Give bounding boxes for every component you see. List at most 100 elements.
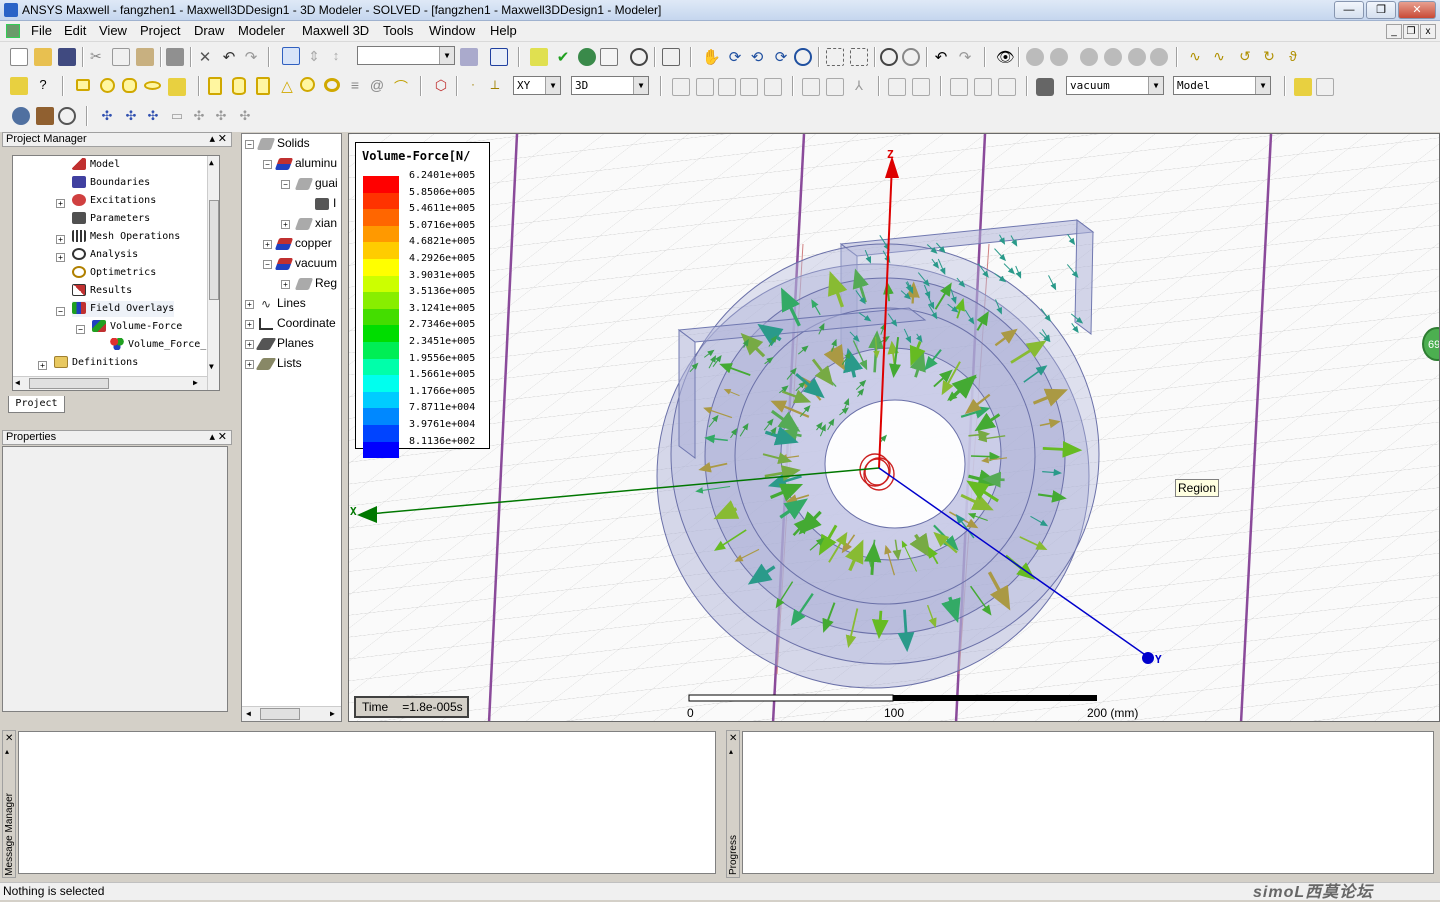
subtract-icon[interactable] — [696, 78, 714, 96]
analyze-icon[interactable] — [578, 48, 596, 66]
tree-volume-force-plot[interactable]: Volume_Force_ — [110, 337, 206, 353]
torus-icon[interactable] — [324, 78, 340, 92]
spline-icon[interactable]: ∿ — [1210, 48, 1228, 66]
tree-volume-force[interactable]: Volume-Force — [92, 319, 182, 335]
tree-aluminum[interactable]: aluminu — [277, 155, 337, 171]
menu-tools[interactable]: Tools — [383, 23, 413, 38]
validate-icon[interactable] — [530, 48, 548, 66]
excitation-icon[interactable] — [58, 107, 76, 125]
arc-icon[interactable]: ↺ — [1236, 48, 1254, 66]
point-icon[interactable]: · — [464, 77, 482, 95]
tree-xian[interactable]: xian — [297, 215, 337, 231]
message-manager-tab[interactable]: ✕ ▴ Message Manager — [2, 730, 16, 878]
arc2-icon[interactable]: ↻ — [1260, 48, 1278, 66]
fit-selection-icon[interactable] — [902, 48, 920, 66]
line-icon[interactable]: ∿ — [1186, 48, 1204, 66]
circle-icon[interactable] — [100, 78, 115, 93]
zoom-icon[interactable] — [794, 48, 812, 66]
spiral-icon[interactable]: @ — [368, 77, 386, 95]
tree-lines[interactable]: ∿Lines — [259, 295, 306, 311]
region-icon[interactable] — [168, 78, 186, 96]
copy-icon[interactable] — [112, 48, 130, 66]
progress-tab[interactable]: ✕ ▴ Progress — [726, 730, 740, 878]
relative-cs-icon[interactable] — [1316, 78, 1334, 96]
context-help-icon[interactable]: ? — [34, 77, 52, 95]
spin-icon[interactable]: ⟳ — [772, 48, 790, 66]
tree-model[interactable]: Model — [72, 157, 120, 173]
unite-icon[interactable] — [672, 78, 690, 96]
equation-curve-icon[interactable]: ϑ — [1284, 48, 1302, 66]
menu-draw[interactable]: Draw — [194, 23, 224, 38]
fields-icon[interactable] — [12, 107, 30, 125]
tree-solids[interactable]: Solids — [259, 135, 310, 151]
box-icon[interactable] — [208, 77, 222, 95]
find-icon[interactable] — [630, 48, 648, 66]
tree-mesh-operations[interactable]: Mesh Operations — [72, 229, 180, 245]
imprint-icon[interactable] — [764, 78, 782, 96]
ellipse-icon[interactable] — [144, 81, 161, 90]
tree-coordinate-systems[interactable]: Coordinate — [259, 315, 336, 331]
menu-window[interactable]: Window — [429, 23, 475, 38]
menu-view[interactable]: View — [99, 23, 127, 38]
3d-viewport[interactable]: Z X Y 0 100 200 (mm) Region Time=1.8e-00… — [348, 133, 1440, 722]
plot-disabled4-icon[interactable]: ✣ — [236, 108, 254, 126]
render4-icon[interactable] — [1150, 48, 1168, 66]
undo-view-icon[interactable]: ↶ — [932, 48, 950, 66]
duplicate-mirror-icon[interactable] — [998, 78, 1016, 96]
new-icon[interactable] — [10, 48, 28, 66]
fit-all-icon[interactable] — [880, 48, 898, 66]
bondwire-icon[interactable]: ⌒ — [392, 77, 410, 95]
cut-icon[interactable]: ✂ — [90, 48, 108, 66]
mdi-restore-button[interactable]: ❐ — [1403, 24, 1419, 39]
menu-help[interactable]: Help — [490, 23, 517, 38]
shade2-icon[interactable] — [1050, 48, 1068, 66]
model-combo[interactable]: Model▼ — [1173, 76, 1271, 95]
tree-optimetrics[interactable]: Optimetrics — [72, 265, 156, 281]
render3-icon[interactable] — [1128, 48, 1146, 66]
restore-button[interactable]: ❐ — [1366, 1, 1396, 19]
vector-plot3-icon[interactable]: ✣ — [144, 108, 162, 126]
redo-view-icon[interactable]: ↷ — [956, 48, 974, 66]
help-icon[interactable] — [10, 77, 28, 95]
plot-disabled2-icon[interactable]: ✣ — [190, 108, 208, 126]
polygon-icon[interactable] — [122, 78, 137, 93]
select-edge-icon[interactable]: ↕ — [327, 48, 345, 66]
orbit-icon[interactable]: ⟲ — [748, 48, 766, 66]
tab-project[interactable]: Project — [8, 396, 65, 413]
material-icon[interactable] — [1036, 78, 1054, 96]
tree-i[interactable]: I — [315, 195, 336, 211]
material-combo[interactable]: vacuum▼ — [1066, 76, 1164, 95]
tree-excitations[interactable]: Excitations — [72, 193, 156, 209]
check-icon[interactable]: ✔ — [554, 48, 572, 66]
menu-edit[interactable]: Edit — [64, 23, 86, 38]
view-mode-combo[interactable]: 3D▼ — [571, 76, 649, 95]
tree-definitions[interactable]: Definitions — [54, 355, 138, 371]
render-icon[interactable] — [1080, 48, 1098, 66]
tree-results[interactable]: Results — [72, 283, 132, 299]
pan-icon[interactable]: ✋ — [702, 48, 720, 66]
helix-icon[interactable]: ≡ — [346, 77, 364, 95]
sphere-icon[interactable] — [300, 77, 315, 92]
material-db-icon[interactable] — [36, 107, 54, 125]
mdi-close-button[interactable]: x — [1420, 24, 1436, 39]
tree-vacuum[interactable]: vacuum — [277, 255, 337, 271]
paste-icon[interactable] — [136, 48, 154, 66]
notes-icon[interactable] — [600, 48, 618, 66]
rotate-obj-icon[interactable] — [826, 78, 844, 96]
redo-icon[interactable]: ↷ — [242, 48, 260, 66]
cone-icon[interactable]: △ — [278, 77, 296, 95]
menu-project[interactable]: Project — [140, 23, 180, 38]
split-icon[interactable] — [740, 78, 758, 96]
select-face-icon[interactable]: ⇕ — [305, 48, 323, 66]
duplicate-icon[interactable] — [950, 78, 968, 96]
report-icon[interactable] — [490, 48, 508, 66]
tree-lists[interactable]: Lists — [259, 355, 302, 371]
model-tree-hscroll[interactable]: ◀ ▶ — [242, 706, 342, 722]
plot-disabled3-icon[interactable]: ✣ — [212, 108, 230, 126]
menu-maxwell3d[interactable]: Maxwell 3D — [302, 23, 369, 38]
mirror-icon[interactable]: ⅄ — [850, 78, 868, 96]
menu-file[interactable]: File — [31, 23, 52, 38]
sweep-icon[interactable] — [888, 78, 906, 96]
tree-boundaries[interactable]: Boundaries — [72, 175, 150, 191]
rectangle-icon[interactable] — [76, 79, 90, 91]
